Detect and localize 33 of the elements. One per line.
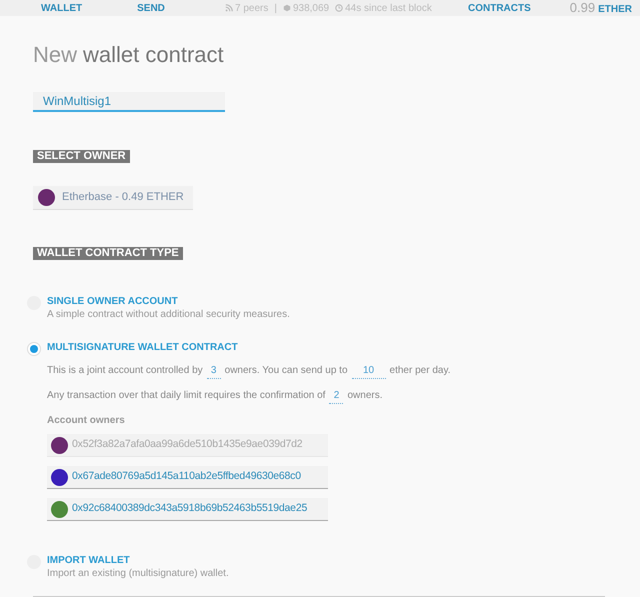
sentence-text: owners. [347,389,382,403]
option-title[interactable]: MULTISIGNATURE WALLET CONTRACT [47,341,450,354]
option-title[interactable]: SINGLE OWNER ACCOUNT [47,295,290,308]
nav-link[interactable]: WALLET [41,0,82,16]
title-light: New [33,41,78,69]
sentence-text: ether per day. [390,364,450,378]
number-field[interactable]: 10 [352,363,386,379]
signal-icon [225,4,233,12]
nav-link[interactable]: SEND [137,0,165,16]
balance-unit: ETHER [598,3,632,18]
sentence-text: Any transaction over that daily limit requires the confirmation of [47,389,326,403]
number-field[interactable]: 2 [329,388,344,404]
section-heading: WALLET CONTRACT TYPE [33,247,183,260]
section-heading: SELECT OWNER [33,150,130,163]
address-field[interactable]: 0x67ade80769a5d145a110ab2e5ffbed49630e68c0 [47,466,328,489]
option-description: A simple contract without additional security measures. [47,308,290,321]
name-field[interactable]: WinMultisig1 [33,92,225,112]
option-title[interactable]: IMPORT WALLET [47,554,229,567]
sentence-text: owners. You can send up to [224,364,348,378]
page-title: wallet contract [83,41,224,69]
radio-button[interactable] [27,342,41,356]
nav-link[interactable]: CONTRACTS [468,0,531,16]
owners-label: Account owners [47,414,126,428]
clock-icon [335,4,344,12]
option-description: Import an existing (multisignature) wallet. [47,567,229,580]
number-field[interactable]: 3 [206,363,221,379]
cube-icon [282,4,291,12]
sentence-text: This is a joint account controlled by [47,364,203,378]
address-field[interactable]: 0x92c68400389dc343a5918b69b52463b5519dae25 [47,498,328,521]
balance-amount: 0.99 [570,0,596,18]
address-field[interactable]: 0x52f3a82a7afa0aa99a6de510b1435e9ae039d7d2 [47,434,328,457]
owner-select[interactable]: Etherbase - 0.49 ETHER [33,186,193,210]
separator-text: | [274,2,277,16]
